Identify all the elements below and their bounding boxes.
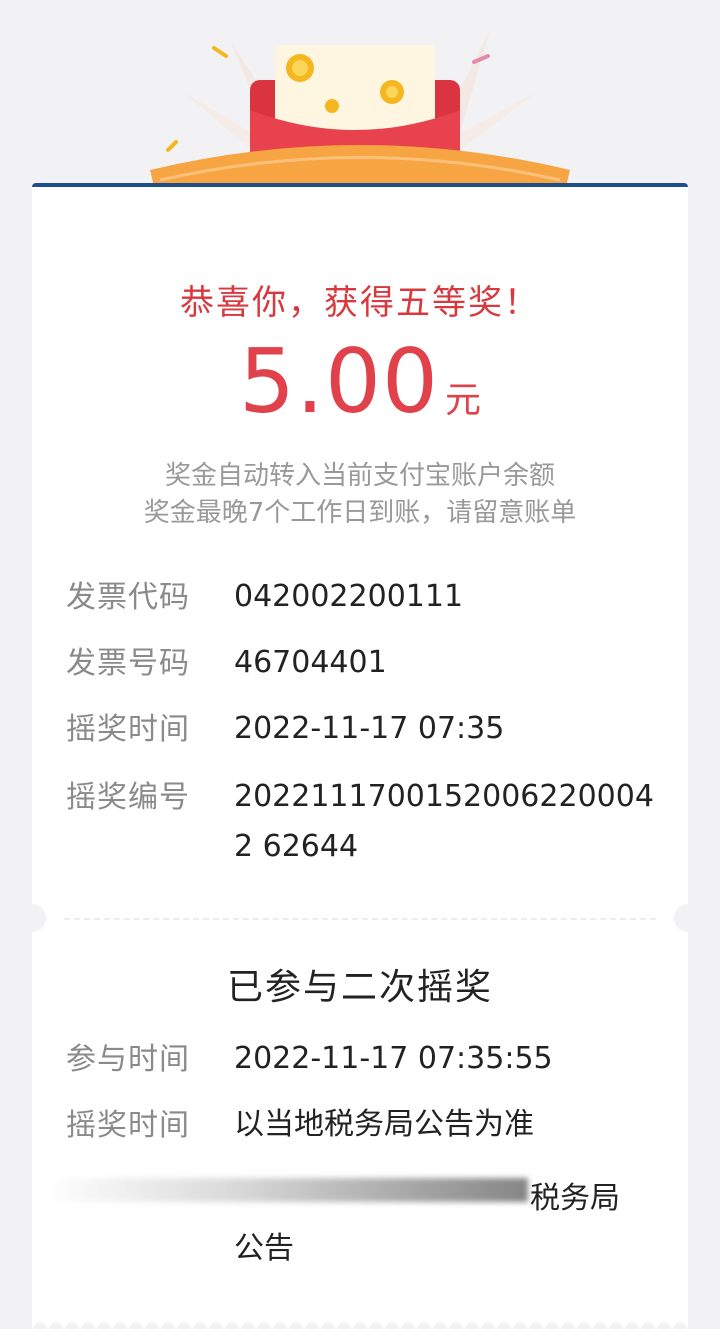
row-label: 发票号码 (66, 646, 190, 681)
prize-amount-block: 5.00 元 (0, 330, 720, 433)
prize-amount: 5.00 (239, 330, 439, 433)
dashed-divider (64, 918, 656, 920)
ticket-notch-right (674, 904, 702, 932)
partial-text-tail-2: 公告 (234, 1231, 294, 1266)
row-value: 2022-11-17 07:35:55 (234, 1041, 553, 1076)
congrats-message: 恭喜你，获得五等奖！ (180, 283, 540, 323)
row-label: 摇奖时间 (66, 712, 190, 747)
ticket-scallop-edge (32, 1318, 688, 1329)
row-value: 20221117001520062200042 62644 (234, 779, 654, 864)
row-label: 摇奖编号 (66, 780, 190, 815)
ticket-notch-left (18, 904, 46, 932)
prize-note-line1: 奖金自动转入当前支付宝账户余额 (164, 461, 555, 491)
prize-unit: 元 (444, 380, 481, 421)
prize-note-line2: 奖金最晚7个工作日到账，请留意账单 (143, 498, 577, 528)
partial-text-tail: 税务局 (530, 1181, 620, 1216)
row-value: 以当地税务局公告为准 (234, 1107, 534, 1142)
row-label: 参与时间 (66, 1042, 190, 1077)
row-label: 摇奖时间 (66, 1108, 190, 1143)
banner-title: 中奖啦! (293, 197, 427, 238)
row-value: 46704401 (234, 645, 387, 680)
second-draw-title: 已参与二次摇奖 (226, 967, 493, 1008)
row-label: 发票代码 (66, 580, 190, 615)
row-value: 042002200111 (234, 579, 464, 614)
page: 中奖啦! 恭喜你，获得五等奖！ 5.00 元 奖金自动转入当前支付宝账户余额 奖金… (0, 0, 720, 1329)
row-value: 2022-11-17 07:35 (234, 711, 505, 746)
redacted-text-blur (48, 1178, 528, 1202)
